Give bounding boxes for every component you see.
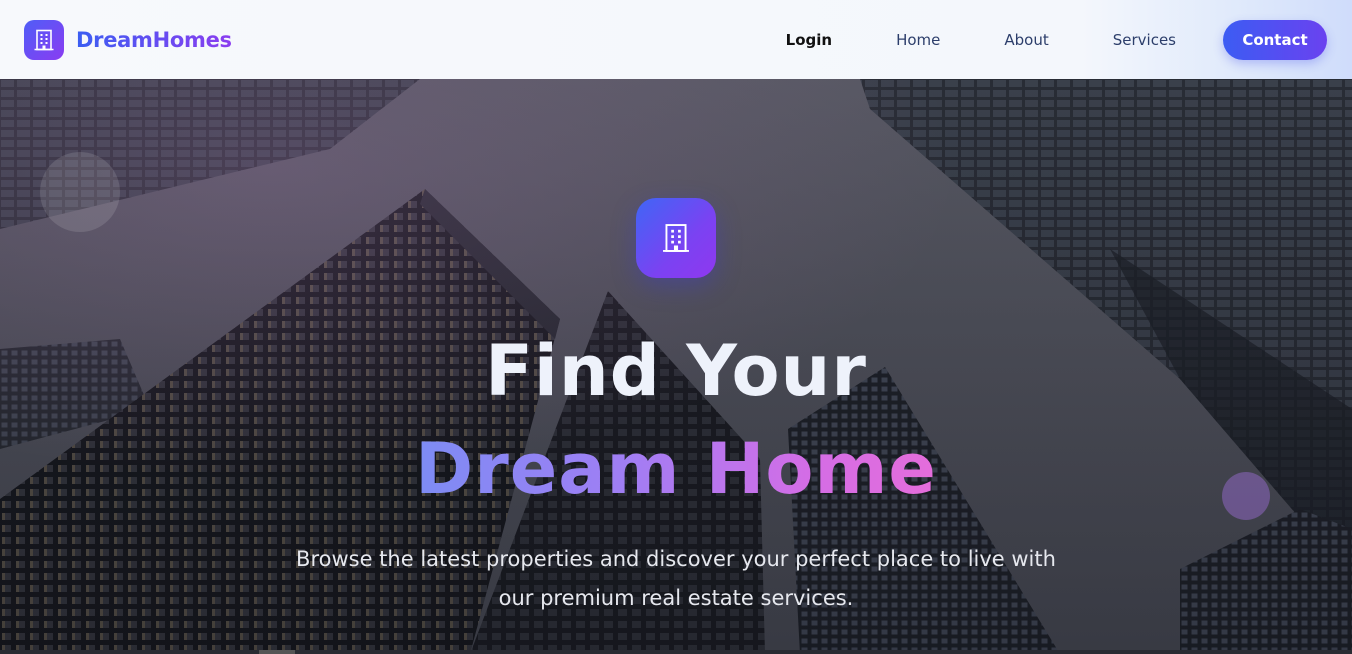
nav-about-link[interactable]: About xyxy=(1004,31,1048,49)
top-navbar: DreamHomes Login Home About Services Con… xyxy=(0,0,1352,79)
hero-headline-line1: Find Your xyxy=(485,330,867,412)
building-icon xyxy=(636,198,716,278)
decorative-bubble xyxy=(40,152,120,232)
nav-login-link[interactable]: Login xyxy=(786,31,832,49)
building-icon xyxy=(24,19,64,60)
main-nav: Login Home About Services Contact xyxy=(786,19,1327,60)
hero-subtitle: Browse the latest properties and discove… xyxy=(296,547,1056,610)
contact-button[interactable]: Contact xyxy=(1223,19,1327,60)
scrollbar-thumb[interactable] xyxy=(259,650,295,654)
horizontal-scrollbar[interactable] xyxy=(0,650,1352,654)
hero-section: Find Your Dream Home Browse the latest p… xyxy=(0,79,1352,654)
brand-name: DreamHomes xyxy=(76,27,232,52)
nav-services-link[interactable]: Services xyxy=(1113,31,1176,49)
hero-headline-gradient-text: Dream Home xyxy=(415,428,937,510)
nav-home-link[interactable]: Home xyxy=(896,31,940,49)
brand[interactable]: DreamHomes xyxy=(24,19,232,60)
hero-headline-line2: Dream Home xyxy=(0,427,1352,511)
